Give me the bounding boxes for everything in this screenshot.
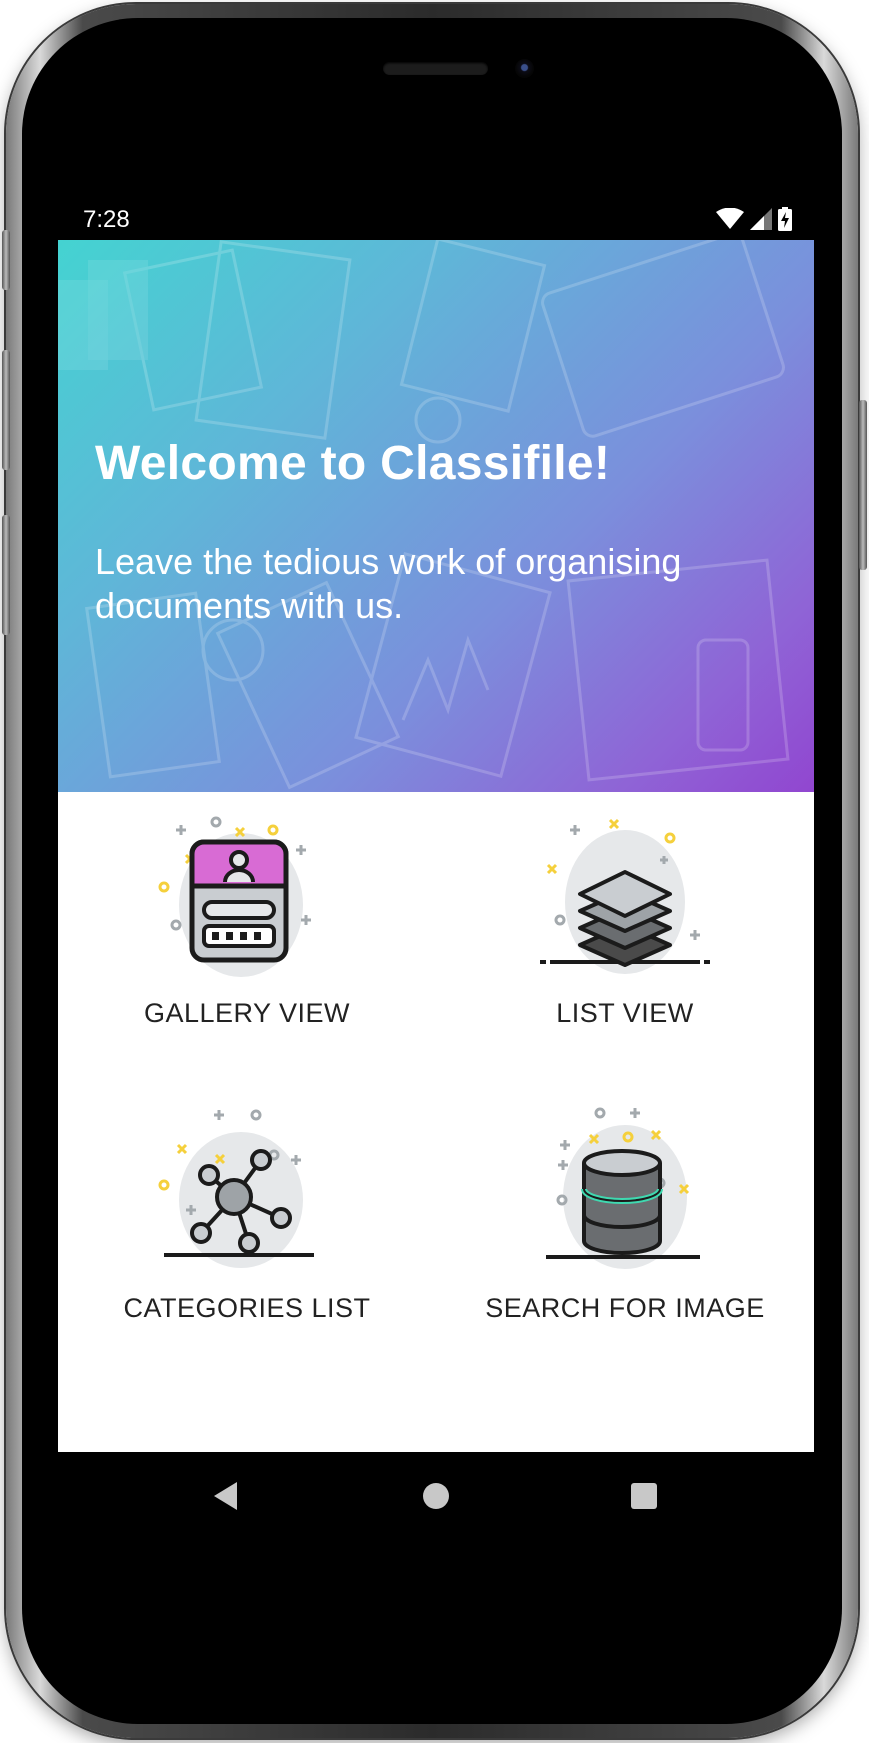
mute-switch — [2, 515, 10, 635]
battery-charging-icon — [778, 207, 792, 231]
front-camera — [515, 59, 534, 78]
categories-list-label: CATEGORIES LIST — [123, 1293, 371, 1323]
hero-banner: Welcome to Classifile! Leave the tedious… — [58, 240, 814, 792]
page-title: Welcome to Classifile! — [95, 437, 611, 490]
layers-icon — [540, 818, 710, 974]
database-icon — [546, 1107, 700, 1269]
status-bar: 7:28 — [58, 200, 814, 240]
search-for-image-label: SEARCH FOR IMAGE — [485, 1293, 765, 1323]
volume-up-button — [2, 230, 10, 290]
wifi-icon — [716, 208, 744, 229]
recents-icon — [631, 1483, 657, 1509]
search-for-image-button[interactable]: SEARCH FOR IMAGE — [436, 1105, 814, 1395]
app-screen: Welcome to Classifile! Leave the tedious… — [58, 240, 814, 1452]
navigation-bar — [58, 1452, 814, 1538]
back-icon — [214, 1482, 237, 1510]
cellular-signal-icon — [750, 208, 772, 230]
hero-subtitle: Leave the tedious work of organising doc… — [95, 541, 682, 626]
volume-down-button — [2, 350, 10, 470]
recents-button[interactable] — [624, 1476, 664, 1516]
gallery-view-label: GALLERY VIEW — [143, 998, 351, 1028]
gallery-view-button[interactable]: GALLERY VIEW — [58, 810, 436, 1100]
home-button[interactable] — [416, 1476, 456, 1516]
desk-background-image — [58, 240, 790, 790]
status-time: 7:28 — [83, 206, 130, 233]
earpiece-speaker — [383, 62, 488, 75]
back-button[interactable] — [206, 1476, 246, 1516]
categories-list-button[interactable]: CATEGORIES LIST — [58, 1105, 436, 1395]
id-card-icon — [158, 816, 311, 977]
power-button — [859, 400, 867, 570]
network-icon — [158, 1109, 314, 1268]
list-view-label: LIST VIEW — [556, 998, 694, 1028]
home-icon — [423, 1483, 449, 1509]
list-view-button[interactable]: LIST VIEW — [436, 810, 814, 1100]
